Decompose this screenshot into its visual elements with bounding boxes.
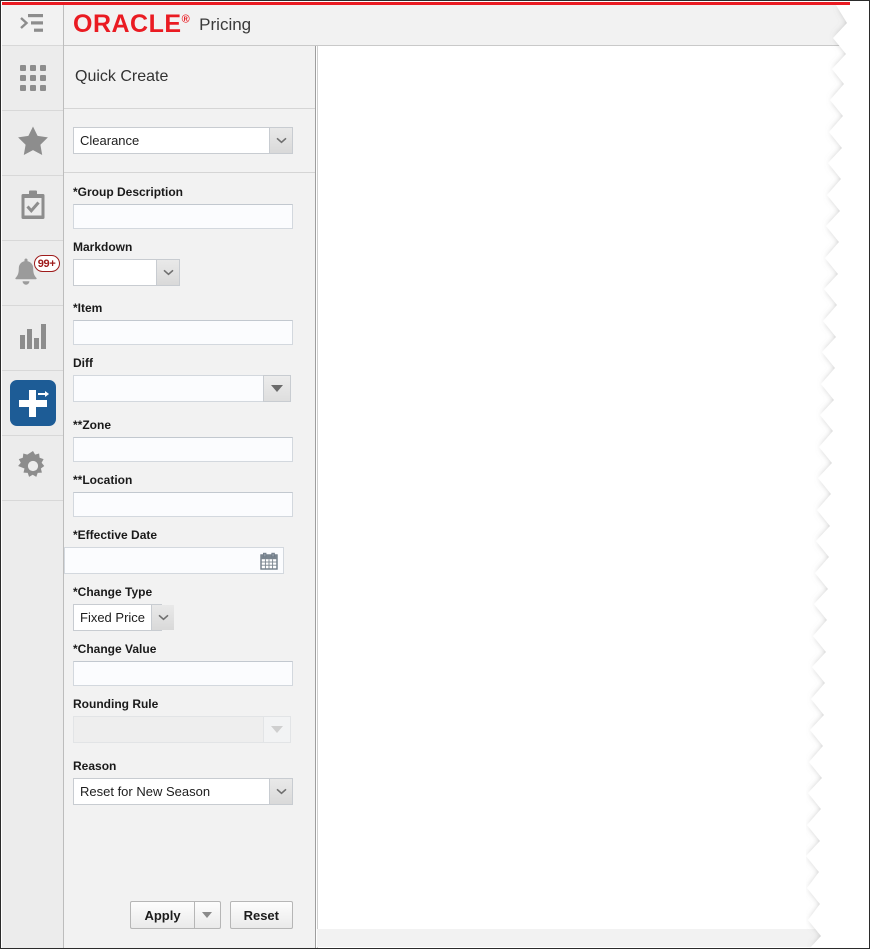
apply-split-button[interactable]: Apply [130, 901, 221, 929]
sidebar-item-apps[interactable] [2, 46, 63, 111]
label-rounding-rule: Rounding Rule [73, 697, 159, 711]
registered-mark: ® [181, 13, 191, 26]
item-input[interactable] [73, 320, 293, 345]
change-type-chevron[interactable] [151, 605, 175, 630]
label-markdown: Markdown [73, 240, 133, 254]
apply-button[interactable]: Apply [130, 901, 194, 929]
sidebar-toggle-button[interactable] [2, 5, 63, 46]
rounding-rule-value [73, 716, 263, 743]
sidebar-item-quick-create[interactable] [2, 371, 63, 436]
quick-create-form: *Group Description Markdown *Item Diff *… [64, 173, 315, 882]
page-title: Pricing [199, 15, 252, 34]
chevron-down-icon [275, 137, 287, 144]
sidebar-empty-space [2, 501, 63, 948]
triangle-down-icon [271, 385, 283, 392]
triangle-down-icon [271, 726, 283, 733]
bar-chart-icon [19, 323, 47, 354]
icon-sidebar: 99+ [2, 5, 64, 948]
torn-edge-decoration [806, 5, 868, 948]
change-type-value: Fixed Price [74, 605, 152, 630]
oracle-logo: ORACLE® [73, 9, 191, 38]
record-type-select[interactable]: Clearance [73, 127, 293, 154]
gear-icon [17, 450, 48, 486]
reset-button[interactable]: Reset [229, 901, 293, 929]
location-input[interactable] [73, 492, 293, 517]
field-effective-date: *Effective Date [64, 528, 306, 574]
sidebar-item-settings[interactable] [2, 436, 63, 501]
record-type-chevron[interactable] [269, 128, 292, 153]
rounding-rule-lov [73, 716, 291, 743]
field-change-type: *Change Type Fixed Price [73, 585, 306, 631]
calendar-icon[interactable] [260, 552, 278, 570]
clipboard-check-icon [20, 190, 46, 226]
field-markdown: Markdown [73, 240, 306, 290]
change-type-select[interactable]: Fixed Price [73, 604, 175, 631]
star-icon [17, 125, 49, 161]
markdown-select[interactable] [73, 259, 180, 286]
zone-input[interactable] [73, 437, 293, 462]
label-reason: Reason [73, 759, 117, 773]
application-window: 99+ ORACLE® Pricing Quick Create Clearan… [0, 0, 870, 949]
sidebar-item-tasks[interactable] [2, 176, 63, 241]
label-diff: Diff [73, 356, 93, 370]
rounding-rule-dropdown-button [263, 716, 291, 743]
field-change-value: *Change Value [73, 642, 306, 686]
notification-count-badge: 99+ [33, 255, 60, 272]
sidebar-item-reports[interactable] [2, 306, 63, 371]
chevron-down-icon [162, 269, 174, 276]
application-header: ORACLE® Pricing [64, 5, 850, 46]
label-zone: **Zone [73, 418, 112, 432]
diff-value[interactable] [73, 375, 263, 402]
form-action-bar: Apply Reset [64, 882, 315, 948]
bell-icon: 99+ [12, 255, 60, 289]
oracle-wordmark: ORACLE [73, 9, 182, 38]
field-location: **Location [73, 473, 306, 517]
field-diff: Diff [73, 356, 306, 407]
reason-chevron[interactable] [269, 779, 292, 804]
change-value-input[interactable] [73, 661, 293, 686]
field-reason: Reason Reset for New Season [73, 759, 306, 805]
chevron-down-icon [275, 788, 287, 795]
plus-arrow-icon [9, 380, 56, 426]
main-content-area [317, 46, 850, 948]
field-group-description: *Group Description [73, 185, 306, 229]
label-item: *Item [73, 301, 103, 315]
diff-dropdown-button[interactable] [263, 375, 291, 402]
quick-create-title: Quick Create [64, 46, 315, 109]
chevron-down-icon [157, 614, 169, 621]
effective-date-input[interactable] [74, 547, 260, 574]
field-rounding-rule: Rounding Rule [73, 697, 306, 748]
label-effective-date: *Effective Date [73, 528, 158, 542]
content-footer-strip [317, 929, 850, 947]
torn-edge-graphic [806, 5, 868, 948]
group-description-input[interactable] [73, 204, 293, 229]
field-zone: **Zone [73, 418, 306, 462]
apply-menu-button[interactable] [193, 901, 221, 929]
chevron-down-icon [202, 912, 213, 918]
label-change-type: *Change Type [73, 585, 153, 599]
field-item: *Item [73, 301, 306, 345]
markdown-chevron[interactable] [156, 260, 179, 285]
markdown-value [74, 260, 156, 285]
reason-value: Reset for New Season [74, 779, 269, 804]
apps-grid-icon [19, 65, 46, 91]
record-type-row: Clearance [64, 109, 315, 173]
diff-lov[interactable] [73, 375, 291, 402]
sidebar-item-favorites[interactable] [2, 111, 63, 176]
label-change-value: *Change Value [73, 642, 157, 656]
quick-create-panel: Quick Create Clearance *Group Descriptio… [64, 46, 316, 948]
reason-select[interactable]: Reset for New Season [73, 778, 293, 805]
sidebar-item-notifications[interactable]: 99+ [2, 241, 63, 306]
collapse-sidebar-icon [19, 13, 46, 38]
effective-date-field[interactable] [64, 547, 284, 574]
label-group-description: *Group Description [73, 185, 184, 199]
label-location: **Location [73, 473, 133, 487]
record-type-value: Clearance [74, 128, 269, 153]
